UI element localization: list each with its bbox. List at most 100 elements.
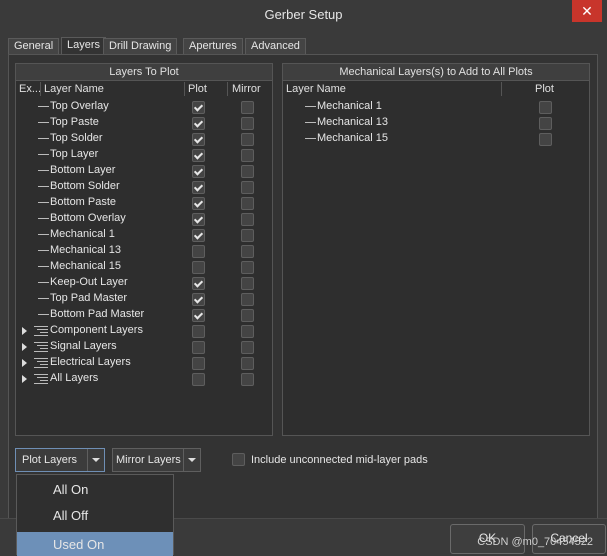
tab-layers[interactable]: Layers (61, 37, 107, 55)
mirror-checkbox[interactable] (241, 309, 254, 322)
layer-name: Mechanical 15 (317, 132, 388, 144)
mirror-layers-dropdown[interactable]: Mirror Layers (112, 448, 201, 472)
expand-arrow-icon[interactable] (22, 359, 27, 367)
plot-checkbox[interactable] (192, 277, 205, 290)
mirror-checkbox[interactable] (241, 133, 254, 146)
mech-row-mechanical-1[interactable]: Mechanical 1 (283, 99, 589, 115)
plot-checkbox[interactable] (192, 149, 205, 162)
layer-row-bottom-paste[interactable]: Bottom Paste (16, 195, 272, 211)
include-unconnected-checkbox[interactable] (232, 453, 245, 466)
mirror-checkbox[interactable] (241, 245, 254, 258)
plot-checkbox[interactable] (192, 373, 205, 386)
mirror-checkbox[interactable] (241, 373, 254, 386)
plot-checkbox[interactable] (539, 101, 552, 114)
mirror-checkbox[interactable] (241, 101, 254, 114)
plot-checkbox[interactable] (539, 117, 552, 130)
include-unconnected-label: Include unconnected mid-layer pads (251, 454, 428, 466)
layer-name: Keep-Out Layer (50, 276, 128, 288)
mechanical-layers-panel: Mechanical Layers(s) to Add to All Plots… (282, 63, 590, 436)
tab-apertures[interactable]: Apertures (183, 38, 243, 55)
column-expand[interactable]: Ex... (19, 82, 41, 96)
mirror-checkbox[interactable] (241, 197, 254, 210)
layer-row-mechanical-15[interactable]: Mechanical 15 (16, 259, 272, 275)
layer-icon (38, 250, 49, 251)
mirror-checkbox[interactable] (241, 149, 254, 162)
layer-row-top-solder[interactable]: Top Solder (16, 131, 272, 147)
layer-row-mechanical-1[interactable]: Mechanical 1 (16, 227, 272, 243)
column-mirror[interactable]: Mirror (232, 82, 261, 96)
layer-name: Mechanical 15 (50, 260, 121, 272)
layer-stack-icon (34, 326, 48, 336)
mirror-checkbox[interactable] (241, 229, 254, 242)
layer-name: Mechanical 13 (317, 116, 388, 128)
mech-row-mechanical-15[interactable]: Mechanical 15 (283, 131, 589, 147)
layer-icon (38, 298, 49, 299)
layer-row-keep-out-layer[interactable]: Keep-Out Layer (16, 275, 272, 291)
plot-checkbox[interactable] (192, 261, 205, 274)
layer-row-all-layers[interactable]: All Layers (16, 371, 272, 387)
expand-arrow-icon[interactable] (22, 327, 27, 335)
column-layer-name[interactable]: Layer Name (44, 82, 104, 96)
plot-checkbox[interactable] (192, 213, 205, 226)
layer-row-top-layer[interactable]: Top Layer (16, 147, 272, 163)
layer-row-signal-layers[interactable]: Signal Layers (16, 339, 272, 355)
mirror-checkbox[interactable] (241, 293, 254, 306)
menu-item-all-off[interactable]: All Off (17, 503, 173, 527)
plot-checkbox[interactable] (192, 245, 205, 258)
layer-row-bottom-pad-master[interactable]: Bottom Pad Master (16, 307, 272, 323)
mirror-checkbox[interactable] (241, 325, 254, 338)
layer-row-electrical-layers[interactable]: Electrical Layers (16, 355, 272, 371)
plot-layers-label: Plot Layers (22, 454, 78, 466)
chevron-down-icon[interactable] (87, 449, 104, 471)
plot-checkbox[interactable] (192, 117, 205, 130)
plot-checkbox[interactable] (192, 197, 205, 210)
tab-general[interactable]: General (8, 38, 60, 55)
plot-layers-dropdown[interactable]: Plot Layers (15, 448, 105, 472)
plot-checkbox[interactable] (192, 325, 205, 338)
layer-name: Bottom Layer (50, 164, 116, 176)
plot-checkbox[interactable] (192, 133, 205, 146)
layer-name: Top Overlay (50, 100, 109, 112)
mirror-checkbox[interactable] (241, 181, 254, 194)
plot-checkbox[interactable] (192, 181, 205, 194)
plot-checkbox[interactable] (192, 293, 205, 306)
plot-checkbox[interactable] (192, 165, 205, 178)
column-plot[interactable]: Plot (535, 82, 554, 96)
layer-row-bottom-overlay[interactable]: Bottom Overlay (16, 211, 272, 227)
plot-checkbox[interactable] (192, 101, 205, 114)
plot-checkbox[interactable] (192, 229, 205, 242)
mirror-checkbox[interactable] (241, 261, 254, 274)
expand-arrow-icon[interactable] (22, 375, 27, 383)
column-plot[interactable]: Plot (188, 82, 207, 96)
layer-row-top-paste[interactable]: Top Paste (16, 115, 272, 131)
expand-arrow-icon[interactable] (22, 343, 27, 351)
layer-row-component-layers[interactable]: Component Layers (16, 323, 272, 339)
layer-row-bottom-layer[interactable]: Bottom Layer (16, 163, 272, 179)
mirror-checkbox[interactable] (241, 117, 254, 130)
mech-row-mechanical-13[interactable]: Mechanical 13 (283, 115, 589, 131)
layer-name: Bottom Paste (50, 196, 117, 208)
chevron-down-icon[interactable] (183, 449, 200, 471)
layer-row-bottom-solder[interactable]: Bottom Solder (16, 179, 272, 195)
plot-checkbox[interactable] (192, 357, 205, 370)
tab-drill-drawing[interactable]: Drill Drawing (103, 38, 178, 55)
mirror-checkbox[interactable] (241, 341, 254, 354)
layer-icon (38, 186, 49, 187)
close-button[interactable]: ✕ (572, 0, 602, 22)
mirror-checkbox[interactable] (241, 213, 254, 226)
tab-advanced[interactable]: Advanced (245, 38, 306, 55)
mirror-checkbox[interactable] (241, 277, 254, 290)
menu-item-all-on[interactable]: All On (17, 477, 173, 501)
layer-row-top-pad-master[interactable]: Top Pad Master (16, 291, 272, 307)
layer-icon (38, 122, 49, 123)
plot-checkbox[interactable] (539, 133, 552, 146)
plot-checkbox[interactable] (192, 309, 205, 322)
plot-checkbox[interactable] (192, 341, 205, 354)
column-layer-name[interactable]: Layer Name (286, 82, 346, 96)
layer-row-top-overlay[interactable]: Top Overlay (16, 99, 272, 115)
mirror-checkbox[interactable] (241, 357, 254, 370)
layer-name: Bottom Overlay (50, 212, 126, 224)
layer-row-mechanical-13[interactable]: Mechanical 13 (16, 243, 272, 259)
mirror-checkbox[interactable] (241, 165, 254, 178)
menu-item-used-on[interactable]: Used On (17, 532, 173, 556)
